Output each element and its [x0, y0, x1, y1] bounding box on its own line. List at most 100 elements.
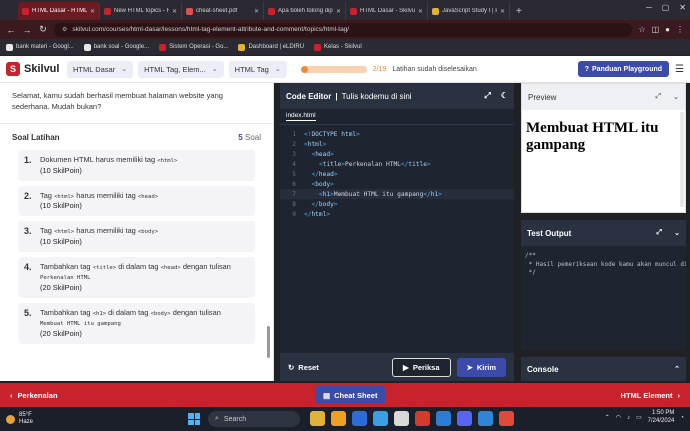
test-output-panel: Test Output ⤢ ⌄ /** * Hasil pemeriksaan … [521, 220, 686, 350]
exercise-points: (10 SkilPoin) [40, 165, 82, 175]
taskbar-app-icon[interactable] [352, 411, 367, 426]
reset-label: Reset [298, 362, 319, 372]
taskbar-app-icon[interactable] [394, 411, 409, 426]
exercise-item: 1. Dokumen HTML harus memiliki tag <html>… [18, 150, 255, 181]
expand-icon[interactable]: ⤢ [484, 91, 490, 101]
breadcrumb-label: HTML Dasar [73, 64, 116, 74]
wifi-icon[interactable]: ◠ [616, 414, 621, 421]
cheat-sheet-button[interactable]: ▤ Cheat Sheet [315, 386, 386, 404]
browser-tab[interactable]: New HTML topics - Forum✕ [100, 2, 182, 20]
taskbar-app-icon[interactable] [373, 411, 388, 426]
next-lesson-button[interactable]: HTML Element › [621, 391, 680, 400]
favicon-icon [432, 7, 439, 15]
inline-code: <html> [157, 158, 178, 164]
code-editor-header: Code Editor | Tulis kodemu di sini ⤢ ☾ [280, 83, 514, 109]
taskbar-app-icon[interactable] [310, 411, 325, 426]
exercise-number: 3. [24, 226, 32, 237]
bookmark-item[interactable]: bank materi - Googl... [6, 43, 74, 51]
taskbar-app-icon[interactable] [499, 411, 514, 426]
reload-icon[interactable]: ↻ [38, 24, 48, 35]
forward-icon[interactable]: → [22, 25, 32, 35]
close-tab-icon[interactable]: ✕ [90, 8, 95, 15]
battery-icon[interactable]: ▭ [636, 414, 642, 421]
taskbar-app-icon[interactable] [415, 411, 430, 426]
scrollbar-thumb[interactable] [267, 326, 270, 358]
weather-widget[interactable]: 85°F Haze [0, 412, 33, 425]
bookmark-label: Sistem Operasi - Go... [169, 44, 229, 50]
test-output-title: Test Output [527, 228, 572, 238]
close-tab-icon[interactable]: ✕ [254, 8, 259, 15]
browser-tab[interactable]: JavaScript Study I | Progat✕ [428, 2, 510, 20]
volume-icon[interactable]: ♪ [627, 415, 630, 421]
inline-code: <head> [160, 264, 181, 271]
code-line: 1 <!DOCTYPE html> [280, 129, 514, 139]
extensions-icon[interactable]: ◫ [652, 25, 660, 34]
taskbar-app-icon[interactable] [478, 411, 493, 426]
previous-lesson-button[interactable]: ‹ Perkenalan [10, 391, 58, 400]
app-header: S Skilvul HTML Dasar ⌄ HTML Tag, Elem...… [0, 56, 690, 83]
chevron-up-icon[interactable]: ⌃ [674, 365, 680, 373]
breadcrumb-course[interactable]: HTML Dasar ⌄ [67, 60, 134, 78]
reset-button[interactable]: ↻ Reset [288, 363, 319, 372]
playground-guide-button[interactable]: ? Panduan Playground [577, 61, 670, 77]
back-icon[interactable]: ← [6, 25, 16, 35]
breadcrumb-topic[interactable]: HTML Tag ⌄ [228, 60, 287, 78]
close-tab-icon[interactable]: ✕ [418, 8, 423, 15]
browser-tab[interactable]: HTML Dasar - Skilvul ✕ [346, 2, 428, 20]
submit-button[interactable]: ➤ Kirim [456, 357, 506, 377]
bookmark-item[interactable]: Kelas - Skilvul [314, 43, 362, 51]
browser-tab[interactable]: cheat-sheet.pdf ✕ [182, 2, 264, 20]
bookmark-label: bank soal - Google... [93, 44, 150, 50]
preview-actions: ⤢ ⌄ [656, 93, 679, 101]
profile-icon[interactable]: ● [665, 25, 670, 34]
breadcrumb-lesson[interactable]: HTML Tag, Elem... ⌄ [138, 60, 224, 78]
taskbar-app-icon[interactable] [331, 411, 346, 426]
bookmark-item[interactable]: Sistem Operasi - Go... [159, 43, 229, 51]
instruction-text: harus memiliki tag [74, 190, 138, 200]
preview-header: Preview ⤢ ⌄ [522, 84, 685, 110]
taskbar-app-icon[interactable] [436, 411, 451, 426]
taskbar-search[interactable]: ⌕ Search [208, 411, 300, 427]
expand-icon[interactable]: ⤢ [657, 229, 663, 237]
browser-tab-label: New HTML topics - Forum [114, 8, 169, 14]
bookmark-item[interactable]: bank soal - Google... [83, 43, 150, 51]
close-tab-icon[interactable]: ✕ [172, 8, 177, 15]
code-line-text: </html> [304, 210, 331, 218]
minimize-icon[interactable]: ─ [646, 3, 652, 12]
bookmark-star-icon[interactable]: ☆ [638, 25, 645, 34]
file-tab[interactable]: index.html [280, 109, 514, 125]
close-tab-icon[interactable]: ✕ [500, 8, 505, 15]
brand-name: Skilvul [24, 63, 60, 75]
close-window-icon[interactable]: ✕ [679, 3, 686, 12]
chevron-up-icon[interactable]: ⌃ [605, 414, 610, 421]
bookmark-item[interactable]: Dashboard | eLDIRU [238, 43, 304, 51]
exercise-item: 3. Tag <html> harus memiliki tag <body> (1… [18, 221, 255, 252]
browser-menu-icon[interactable]: ⋮ [676, 25, 684, 34]
maximize-icon[interactable]: ▢ [662, 3, 670, 12]
check-button[interactable]: ▶ Periksa [392, 357, 451, 377]
chevron-down-icon[interactable]: ⌄ [674, 229, 680, 237]
close-tab-icon[interactable]: ✕ [336, 8, 341, 15]
clock[interactable]: 1:50 PM 7/24/2024 [648, 410, 675, 426]
notification-icon[interactable]: ◔ [680, 415, 684, 421]
exercise-item: 4. Tambahkan tag <title> di dalam tag <he… [18, 256, 255, 298]
new-tab-button[interactable]: + [510, 6, 528, 20]
code-area[interactable]: 1 <!DOCTYPE html> 2 <html> 3 <head> 4 <title>… [280, 125, 514, 219]
site-info-icon[interactable]: ⚙ [62, 26, 67, 33]
url-field[interactable]: ⚙ skilvul.com/courses/html-dasar/lessons… [54, 22, 633, 37]
windows-start-icon[interactable] [188, 413, 200, 425]
preview-scrollbar[interactable] [680, 112, 684, 207]
bookmark-favicon-icon [159, 43, 167, 51]
skilvul-logo[interactable]: S Skilvul [6, 62, 62, 76]
search-placeholder: Search [223, 415, 247, 423]
console-panel[interactable]: Console ⌃ [521, 357, 686, 381]
expand-icon[interactable]: ⤢ [656, 93, 662, 101]
hamburger-menu-icon[interactable]: ☰ [675, 64, 684, 75]
exercise-points: (20 SkilPoin) [40, 328, 82, 338]
dark-mode-icon[interactable]: ☾ [501, 91, 508, 101]
chevron-down-icon[interactable]: ⌄ [673, 93, 679, 101]
browser-tab[interactable]: Apa boleh tolong dipenin✕ [264, 2, 346, 20]
browser-tab[interactable]: HTML Dasar - HTML Tag✕ [18, 2, 100, 20]
taskbar-app-icon[interactable] [457, 411, 472, 426]
favicon-icon [268, 7, 275, 15]
